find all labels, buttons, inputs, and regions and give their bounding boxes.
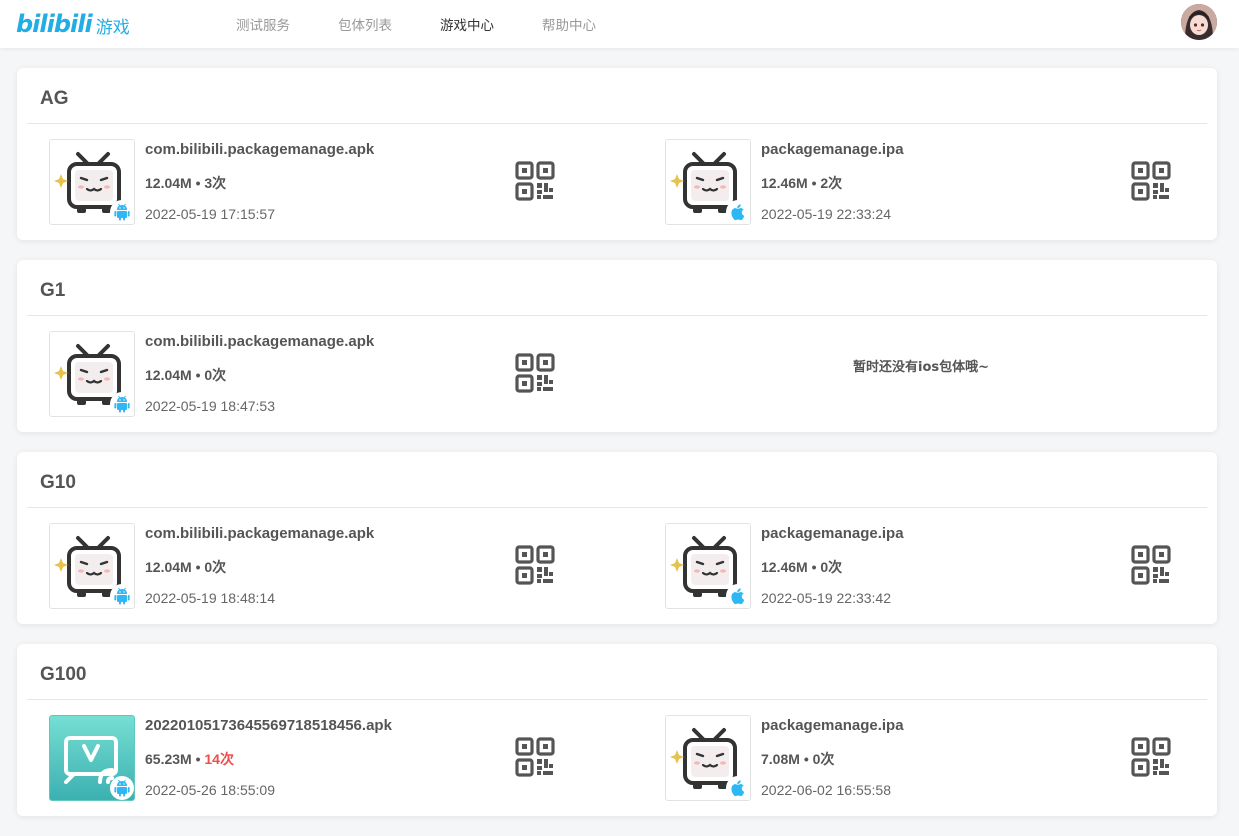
meta-separator: • bbox=[811, 559, 817, 575]
upload-date: 2022-05-19 18:47:53 bbox=[145, 398, 275, 414]
package-size: 7.08M bbox=[761, 751, 800, 767]
qr-code-icon[interactable] bbox=[1131, 161, 1171, 201]
apple-icon bbox=[726, 584, 750, 608]
download-count: 2次 bbox=[820, 175, 843, 191]
qr-code-icon[interactable] bbox=[515, 545, 555, 585]
meta-separator: • bbox=[195, 367, 201, 383]
nav-game-center[interactable]: 游戏中心 bbox=[440, 14, 494, 34]
group-list: AG com.bilibili.packagemanage.apk 12.04M bbox=[17, 68, 1217, 836]
no-ios-package-message: 暂时还没有ios包体哦~ bbox=[853, 360, 990, 375]
package-meta: 12.46M • 2次 bbox=[761, 173, 842, 193]
package-filename[interactable]: com.bilibili.packagemanage.apk bbox=[145, 333, 374, 350]
divider bbox=[27, 699, 1207, 700]
upload-date: 2022-05-19 22:33:42 bbox=[761, 590, 891, 606]
bilibili-game-logo[interactable]: bilibili 游戏 bbox=[16, 9, 130, 39]
meta-separator: • bbox=[811, 175, 817, 191]
package-size: 12.04M bbox=[145, 559, 192, 575]
divider bbox=[27, 507, 1207, 508]
cast-app-icon[interactable] bbox=[49, 715, 135, 801]
android-icon bbox=[110, 776, 134, 800]
group-title: G100 bbox=[40, 664, 87, 685]
package-meta: 12.04M • 0次 bbox=[145, 365, 226, 385]
ios-package: packagemanage.ipa 12.46M • 0次 2022-05-19… bbox=[665, 523, 1225, 609]
apple-icon bbox=[726, 200, 750, 224]
package-size: 12.46M bbox=[761, 175, 808, 191]
android-package: com.bilibili.packagemanage.apk 12.04M • … bbox=[49, 139, 609, 225]
download-count: 0次 bbox=[204, 367, 227, 383]
package-size: 65.23M bbox=[145, 751, 192, 767]
upload-date: 2022-05-26 18:55:09 bbox=[145, 782, 275, 798]
package-filename[interactable]: packagemanage.ipa bbox=[761, 717, 904, 734]
ios-package: packagemanage.ipa 12.46M • 2次 2022-05-19… bbox=[665, 139, 1225, 225]
android-icon bbox=[110, 200, 134, 224]
package-size: 12.04M bbox=[145, 175, 192, 191]
logo-wordmark: bilibili bbox=[16, 10, 93, 38]
package-filename[interactable]: 20220105173645569718518456.apk bbox=[145, 717, 392, 734]
nav-help-center[interactable]: 帮助中心 bbox=[542, 14, 596, 34]
bilibili-tv-icon[interactable] bbox=[665, 523, 751, 609]
package-meta: 12.46M • 0次 bbox=[761, 557, 842, 577]
bilibili-tv-icon[interactable] bbox=[665, 139, 751, 225]
package-size: 12.46M bbox=[761, 559, 808, 575]
package-filename[interactable]: com.bilibili.packagemanage.apk bbox=[145, 141, 374, 158]
qr-code-icon[interactable] bbox=[515, 161, 555, 201]
download-count: 3次 bbox=[204, 175, 227, 191]
qr-code-icon[interactable] bbox=[515, 353, 555, 393]
bilibili-tv-icon[interactable] bbox=[49, 139, 135, 225]
logo-subtitle: 游戏 bbox=[95, 18, 130, 38]
bilibili-tv-icon[interactable] bbox=[665, 715, 751, 801]
package-meta: 7.08M • 0次 bbox=[761, 749, 834, 769]
download-count: 0次 bbox=[204, 559, 227, 575]
ios-package: packagemanage.ipa 7.08M • 0次 2022-06-02 … bbox=[665, 715, 1225, 801]
download-count: 0次 bbox=[820, 559, 843, 575]
group-card: G1 com.bilibili.packagemanage.apk 12.04M bbox=[17, 260, 1217, 432]
package-filename[interactable]: packagemanage.ipa bbox=[761, 525, 904, 542]
group-title: G1 bbox=[40, 280, 66, 301]
meta-separator: • bbox=[803, 751, 809, 767]
package-filename[interactable]: packagemanage.ipa bbox=[761, 141, 904, 158]
meta-separator: • bbox=[195, 751, 201, 767]
qr-code-icon[interactable] bbox=[1131, 545, 1171, 585]
android-icon bbox=[110, 392, 134, 416]
apple-icon bbox=[726, 776, 750, 800]
android-package: 20220105173645569718518456.apk 65.23M • … bbox=[49, 715, 609, 801]
top-header: bilibili 游戏 测试服务 包体列表 游戏中心 帮助中心 bbox=[0, 0, 1239, 48]
group-card: G100 20220105173645569718518456.apk 65.2… bbox=[17, 644, 1217, 816]
upload-date: 2022-05-19 22:33:24 bbox=[761, 206, 891, 222]
upload-date: 2022-06-02 16:55:58 bbox=[761, 782, 891, 798]
nav-package-list[interactable]: 包体列表 bbox=[338, 14, 392, 34]
package-meta: 12.04M • 3次 bbox=[145, 173, 226, 193]
group-title: AG bbox=[40, 88, 69, 109]
download-count: 0次 bbox=[812, 751, 835, 767]
divider bbox=[27, 123, 1207, 124]
qr-code-icon[interactable] bbox=[1131, 737, 1171, 777]
upload-date: 2022-05-19 17:15:57 bbox=[145, 206, 275, 222]
upload-date: 2022-05-19 18:48:14 bbox=[145, 590, 275, 606]
meta-separator: • bbox=[195, 559, 201, 575]
package-size: 12.04M bbox=[145, 367, 192, 383]
user-avatar[interactable] bbox=[1181, 4, 1217, 40]
main-nav: 测试服务 包体列表 游戏中心 帮助中心 bbox=[236, 0, 644, 48]
bilibili-tv-icon[interactable] bbox=[49, 523, 135, 609]
group-title: G10 bbox=[40, 472, 76, 493]
package-meta: 12.04M • 0次 bbox=[145, 557, 226, 577]
package-filename[interactable]: com.bilibili.packagemanage.apk bbox=[145, 525, 374, 542]
android-package: com.bilibili.packagemanage.apk 12.04M • … bbox=[49, 331, 609, 417]
meta-separator: • bbox=[195, 175, 201, 191]
group-card: AG com.bilibili.packagemanage.apk 12.04M bbox=[17, 68, 1217, 240]
bilibili-tv-icon[interactable] bbox=[49, 331, 135, 417]
android-icon bbox=[110, 584, 134, 608]
group-card: G10 com.bilibili.packagemanage.apk 12.04… bbox=[17, 452, 1217, 624]
android-package: com.bilibili.packagemanage.apk 12.04M • … bbox=[49, 523, 609, 609]
nav-test-services[interactable]: 测试服务 bbox=[236, 14, 290, 34]
qr-code-icon[interactable] bbox=[515, 737, 555, 777]
package-meta: 65.23M • 14次 bbox=[145, 749, 234, 769]
download-count: 14次 bbox=[204, 751, 234, 767]
divider bbox=[27, 315, 1207, 316]
